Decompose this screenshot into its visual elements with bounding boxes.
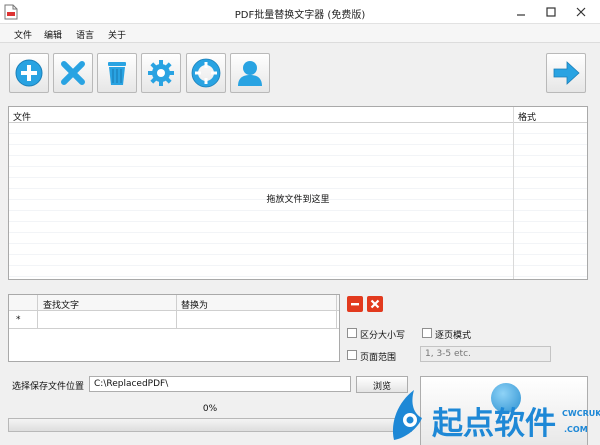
file-list[interactable]: 文件 格式 拖放文件到这里: [8, 106, 588, 280]
progress-bar: [8, 418, 412, 432]
drop-hint: 拖放文件到这里: [266, 195, 330, 205]
maximize-button[interactable]: [540, 3, 562, 21]
replace-with-cell[interactable]: [178, 312, 335, 328]
watermark-logo: 起点软件 CWCRUK .COM: [384, 382, 600, 445]
x-icon: [370, 299, 380, 309]
remove-files-button[interactable]: [53, 53, 93, 93]
menu-file[interactable]: 文件: [14, 28, 32, 41]
account-button[interactable]: [230, 53, 270, 93]
save-path-input[interactable]: [89, 376, 351, 392]
column-find-text: 查找文字: [43, 301, 80, 311]
find-text-cell[interactable]: [39, 312, 175, 328]
add-icon: [15, 59, 43, 87]
menu-about[interactable]: 关于: [108, 28, 126, 41]
arrow-right-icon: [553, 61, 580, 85]
user-icon: [238, 61, 262, 86]
column-format[interactable]: 格式: [518, 110, 536, 123]
settings-button[interactable]: [141, 53, 181, 93]
minus-icon: [351, 303, 359, 306]
file-list-header: 文件 格式: [9, 107, 587, 123]
watermark-text: 起点软件: [432, 406, 556, 442]
gear-icon: [148, 60, 174, 86]
page-range-input[interactable]: [420, 346, 551, 362]
remove-icon: [61, 61, 85, 85]
menu-bar: 文件 编辑 语言 关于: [0, 24, 600, 43]
svg-text:.COM: .COM: [564, 425, 588, 434]
minimize-icon: [517, 14, 525, 16]
minimize-button[interactable]: [510, 3, 532, 21]
lifebuoy-icon: [191, 58, 221, 88]
page-mode-label: 逐页模式: [435, 331, 472, 341]
column-replace-with: 替换为: [181, 301, 209, 311]
page-mode-checkbox[interactable]: [422, 328, 432, 338]
next-step-button[interactable]: [546, 53, 586, 93]
menu-language[interactable]: 语言: [76, 28, 94, 41]
page-range-checkbox[interactable]: [347, 350, 357, 360]
menu-edit[interactable]: 编辑: [44, 28, 62, 41]
close-button[interactable]: [570, 3, 592, 21]
remove-row-button[interactable]: [347, 296, 363, 312]
replace-table-header: 查找文字 替换为: [9, 295, 339, 311]
svg-text:CWCRUK: CWCRUK: [562, 409, 600, 418]
progress-text: 0%: [202, 404, 218, 414]
add-files-button[interactable]: [9, 53, 49, 93]
new-row-marker: *: [16, 315, 21, 325]
trash-icon: [108, 62, 126, 85]
replace-table: 查找文字 替换为 *: [8, 294, 340, 362]
column-file[interactable]: 文件: [13, 110, 31, 123]
case-sensitive-label: 区分大小写: [360, 331, 406, 341]
clear-list-button[interactable]: [97, 53, 137, 93]
close-icon: [576, 7, 586, 17]
page-range-label: 页面范围: [360, 353, 397, 363]
maximize-icon: [546, 7, 556, 17]
delete-row-button[interactable]: [367, 296, 383, 312]
case-sensitive-checkbox[interactable]: [347, 328, 357, 338]
help-button[interactable]: [186, 53, 226, 93]
title-bar: PDF批量替换文字器 (免费版): [0, 0, 600, 24]
save-location-label: 选择保存文件位置: [12, 382, 85, 392]
